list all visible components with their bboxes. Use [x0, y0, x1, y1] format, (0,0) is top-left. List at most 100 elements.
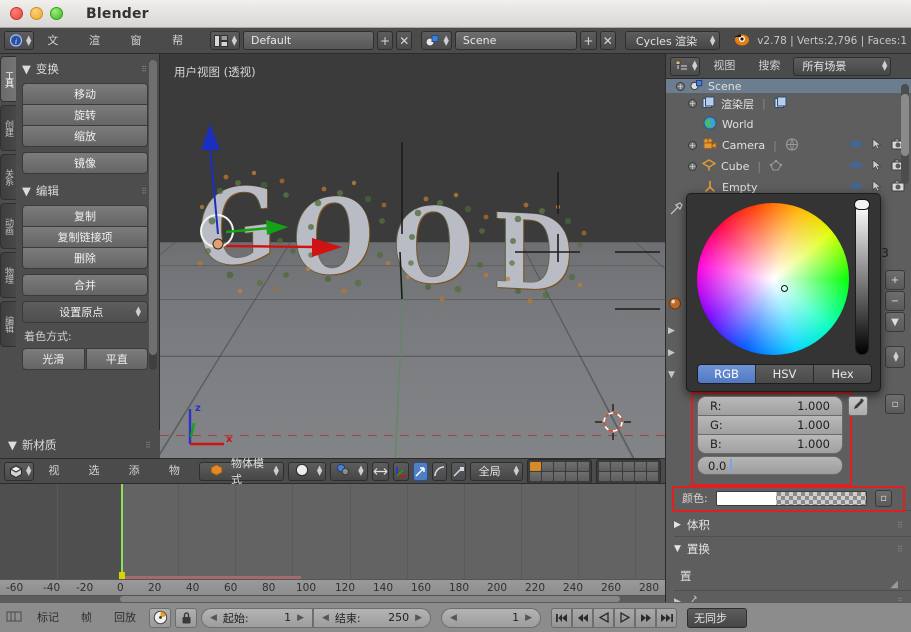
- renderlayer-data-icon[interactable]: [774, 96, 788, 112]
- add-screen-button[interactable]: +: [377, 31, 393, 50]
- value-slider[interactable]: [855, 203, 869, 355]
- expand-toggle-icon[interactable]: +: [688, 141, 697, 150]
- tool-tab-relations[interactable]: 关系: [0, 154, 16, 200]
- button-rotate[interactable]: 旋转: [22, 104, 148, 126]
- outliner-row-world[interactable]: World: [666, 114, 911, 135]
- triangle-right-icon[interactable]: ▶: [668, 326, 686, 336]
- 3d-viewport[interactable]: 用户视图 (透视) G O O D: [160, 54, 665, 458]
- panel-header-new-material[interactable]: ▼ 新材质 ⠿: [0, 430, 160, 458]
- scene-layers-second-group[interactable]: [596, 459, 661, 484]
- add-material-slot-button[interactable]: +: [885, 270, 905, 290]
- tool-tab-animation[interactable]: 动画: [0, 203, 16, 249]
- scene-name-field[interactable]: Scene: [455, 31, 577, 50]
- color-picker-popup[interactable]: RGB HSV Hex: [686, 193, 881, 392]
- editor-type-selector[interactable]: i ▲▼: [4, 31, 34, 50]
- panel-header-edit[interactable]: ▼ 编辑 ⠿: [22, 182, 148, 200]
- material-spinner-button[interactable]: ▲▼: [885, 346, 905, 368]
- panel-resize-corner-icon[interactable]: ◢: [890, 579, 898, 590]
- color-swatch[interactable]: [716, 491, 867, 506]
- chevron-right-icon[interactable]: ▶: [297, 613, 304, 623]
- timeline-editor-type-icon[interactable]: [6, 609, 24, 627]
- button-delete[interactable]: 删除: [22, 247, 148, 269]
- tab-hsv[interactable]: HSV: [756, 365, 814, 383]
- chevron-left-icon[interactable]: ◀: [450, 613, 457, 623]
- dropdown-set-origin[interactable]: 设置原点 ▲▼: [22, 301, 148, 323]
- button-shade-smooth[interactable]: 光滑: [22, 348, 85, 370]
- timeline-menu-playback[interactable]: 回放: [105, 608, 145, 628]
- button-join[interactable]: 合并: [22, 274, 148, 296]
- lock-icon[interactable]: [175, 608, 197, 628]
- tool-shelf-scrollbar[interactable]: [149, 60, 157, 370]
- button-duplicate[interactable]: 复制: [22, 205, 148, 227]
- timeline-playhead[interactable]: [121, 484, 123, 579]
- color-wheel[interactable]: [697, 203, 849, 355]
- chevron-left-icon[interactable]: ◀: [322, 613, 329, 623]
- button-duplicate-linked[interactable]: 复制链接项: [22, 226, 148, 248]
- eye-icon[interactable]: [849, 139, 863, 152]
- value-slider-knob[interactable]: [854, 199, 870, 210]
- color-animate-button[interactable]: ▫: [875, 490, 892, 507]
- button-scale[interactable]: 缩放: [22, 125, 148, 147]
- screen-layout-field[interactable]: Default: [243, 31, 374, 50]
- chevron-right-icon[interactable]: ▶: [525, 613, 532, 623]
- button-shade-flat[interactable]: 平直: [86, 348, 149, 370]
- outliner-row-cube[interactable]: + Cube |: [666, 156, 911, 177]
- timeline-menu-marker[interactable]: 标记: [28, 608, 68, 628]
- camera-data-icon[interactable]: [785, 138, 799, 154]
- vp-menu-view[interactable]: 视图: [38, 461, 74, 481]
- play-reverse-icon[interactable]: [593, 608, 614, 628]
- panel-header-volume[interactable]: ▶ 体积 ⠿: [666, 514, 911, 536]
- vp-menu-object[interactable]: 物体: [159, 461, 195, 481]
- alpha-slider[interactable]: 0.0: [697, 456, 843, 475]
- outliner-row-camera[interactable]: + Camera |: [666, 135, 911, 156]
- mesh-data-icon[interactable]: [769, 159, 783, 175]
- outliner-editor-type-selector[interactable]: ▲▼: [670, 57, 700, 76]
- outliner-editor[interactable]: ▲▼ 视图 搜索 所有场景 ▲▼ + Scene + 渲染层 |: [665, 54, 911, 198]
- window-maximize-button[interactable]: [50, 7, 63, 20]
- window-minimize-button[interactable]: [30, 7, 43, 20]
- vp-menu-add[interactable]: 添加: [119, 461, 155, 481]
- tool-tab-edit[interactable]: 编辑: [0, 301, 16, 347]
- expand-toggle-icon[interactable]: +: [688, 99, 697, 108]
- triangle-down-icon[interactable]: ▼: [668, 370, 686, 380]
- tool-tab-create[interactable]: 创建: [0, 105, 16, 151]
- pivot-point-dropdown[interactable]: ▲▼: [330, 462, 367, 481]
- chevron-left-icon[interactable]: ◀: [210, 613, 217, 623]
- scene-icon-button[interactable]: ▲▼: [421, 31, 451, 50]
- sync-mode-dropdown[interactable]: 无同步: [687, 608, 747, 628]
- screen-layout-icon-button[interactable]: ▲▼: [210, 31, 240, 50]
- menu-render[interactable]: 渲染: [79, 31, 118, 51]
- viewport-editor-type-selector[interactable]: ▲▼: [4, 462, 34, 481]
- panel-header-displacement[interactable]: ▼ 置换 ⠿: [666, 538, 911, 560]
- delete-screen-button[interactable]: ✕: [396, 31, 412, 50]
- expand-toggle-icon[interactable]: +: [676, 82, 685, 91]
- button-mirror[interactable]: 镜像: [22, 152, 148, 174]
- step-back-icon[interactable]: [572, 608, 593, 628]
- jump-to-end-icon[interactable]: [656, 608, 677, 628]
- tool-tab-physics[interactable]: 物理: [0, 252, 16, 298]
- render-engine-dropdown[interactable]: Cycles 渲染 ▲▼: [625, 31, 720, 50]
- transform-orientation-dropdown[interactable]: 全局 ▲▼: [470, 462, 523, 481]
- play-icon[interactable]: [614, 608, 635, 628]
- outliner-display-mode-dropdown[interactable]: 所有场景 ▲▼: [793, 57, 891, 76]
- outliner-row-renderlayers[interactable]: + 渲染层 |: [666, 93, 911, 114]
- button-move[interactable]: 移动: [22, 83, 148, 105]
- field-blue[interactable]: B: 1.000: [697, 434, 843, 454]
- color-wheel-cursor[interactable]: [781, 285, 788, 292]
- scale-manipulator-icon[interactable]: [451, 462, 466, 481]
- end-frame-field[interactable]: ◀ 结束: 250 ▶: [313, 608, 431, 628]
- cursor-arrow-icon[interactable]: [872, 159, 882, 174]
- menu-window[interactable]: 窗口: [121, 31, 160, 51]
- scene-layers-first-group[interactable]: [527, 459, 592, 484]
- step-forward-icon[interactable]: [635, 608, 656, 628]
- expand-toggle-icon[interactable]: +: [688, 162, 697, 171]
- auto-key-icon[interactable]: [149, 608, 171, 628]
- vp-menu-select[interactable]: 选择: [79, 461, 115, 481]
- pivot-manipulate-individual-button[interactable]: [372, 462, 389, 481]
- triangle-right-icon[interactable]: ▶: [668, 348, 686, 358]
- tool-tab-tools[interactable]: 工具: [0, 56, 16, 102]
- material-tab-icon[interactable]: [668, 296, 686, 314]
- current-frame-field[interactable]: ◀ 1 ▶: [441, 608, 541, 628]
- eye-icon[interactable]: [849, 160, 863, 173]
- color-extra-button[interactable]: ▫: [885, 394, 905, 414]
